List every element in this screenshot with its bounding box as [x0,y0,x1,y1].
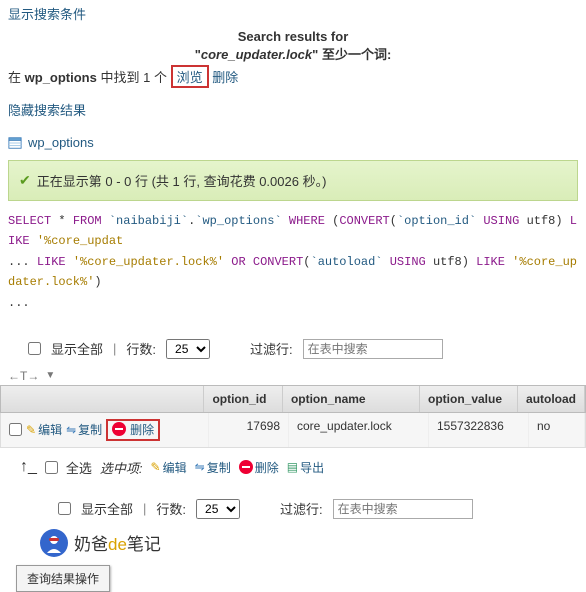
rows-label: 行数: [126,339,156,358]
col-option-id[interactable]: option_id [204,386,283,412]
bulk-edit-link[interactable]: ✎编辑 [151,459,187,476]
copy-row-link[interactable]: ⇋复制 [66,421,102,438]
export-icon: ▤ [287,460,298,474]
cell-option-id: 17698 [209,413,289,447]
avatar-icon [40,529,68,557]
search-results-heading: Search results for "core_updater.lock" 至… [8,29,578,63]
hide-search-results-link[interactable]: 隐藏搜索结果 [8,103,86,118]
rows-select[interactable]: 25 [166,339,210,359]
edit-row-link[interactable]: ✎编辑 [26,421,62,438]
show-all-checkbox-2[interactable] [58,502,71,515]
bulk-delete-link[interactable]: 删除 [239,459,279,476]
show-all-label-2: 显示全部 [81,499,133,518]
rows-label-2: 行数: [156,499,186,518]
bulk-copy-link[interactable]: ⇋复制 [195,459,231,476]
cell-option-value: 1557322836 [429,413,529,447]
table-icon [8,136,22,150]
delete-icon [112,422,126,436]
cell-autoload: no [529,413,585,447]
cell-option-name: core_updater.lock [289,413,429,447]
table-row: ✎编辑 ⇋复制 删除 17698 core_updater.lock 15573… [0,413,586,448]
pencil-icon: ✎ [26,423,36,437]
col-option-value[interactable]: option_value [420,386,518,412]
copy-icon: ⇋ [66,423,76,437]
col-autoload[interactable]: autoload [518,386,585,412]
filter-label: 过滤行: [250,339,293,358]
select-all-checkbox[interactable] [45,461,58,474]
query-operations-popup[interactable]: 查询结果操作 [16,565,110,592]
bulk-export-link[interactable]: ▤导出 [287,459,324,476]
col-actions [1,386,204,412]
browse-link[interactable]: 浏览 [177,70,203,85]
delete-icon [239,460,253,474]
show-search-criteria-link[interactable]: 显示搜索条件 [8,7,86,22]
filter-input[interactable] [303,339,443,359]
select-all-label: 全选 [66,458,92,477]
delete-link[interactable]: 删除 [212,70,238,85]
rows-select-2[interactable]: 25 [196,499,240,519]
found-in-line: 在 wp_options 中找到 1 个 浏览 删除 [8,65,578,88]
arrow-up-icon: ↑_ [20,458,37,476]
filter-input-2[interactable] [333,499,473,519]
sql-query-display: SELECT * FROM `naibabiji`.`wp_options` W… [8,211,578,313]
show-all-checkbox[interactable] [28,342,41,355]
show-all-label: 显示全部 [51,339,103,358]
row-checkbox[interactable] [9,423,22,436]
mini-toolbar: ←T→ ▼ [0,367,586,385]
delete-row-link[interactable]: 删除 [130,421,154,438]
check-icon: ✔ [19,172,31,189]
result-summary-bar: ✔ 正在显示第 0 - 0 行 (共 1 行, 查询花费 0.0026 秒。) [8,160,578,201]
table-name-link[interactable]: wp_options [28,135,94,150]
col-option-name[interactable]: option_name [283,386,420,412]
copy-icon: ⇋ [195,460,205,474]
filter-label-2: 过滤行: [280,499,323,518]
footer-brand: 奶爸de笔记 [0,527,586,561]
selected-label: 选中项: [100,458,143,477]
pencil-icon: ✎ [151,460,161,474]
